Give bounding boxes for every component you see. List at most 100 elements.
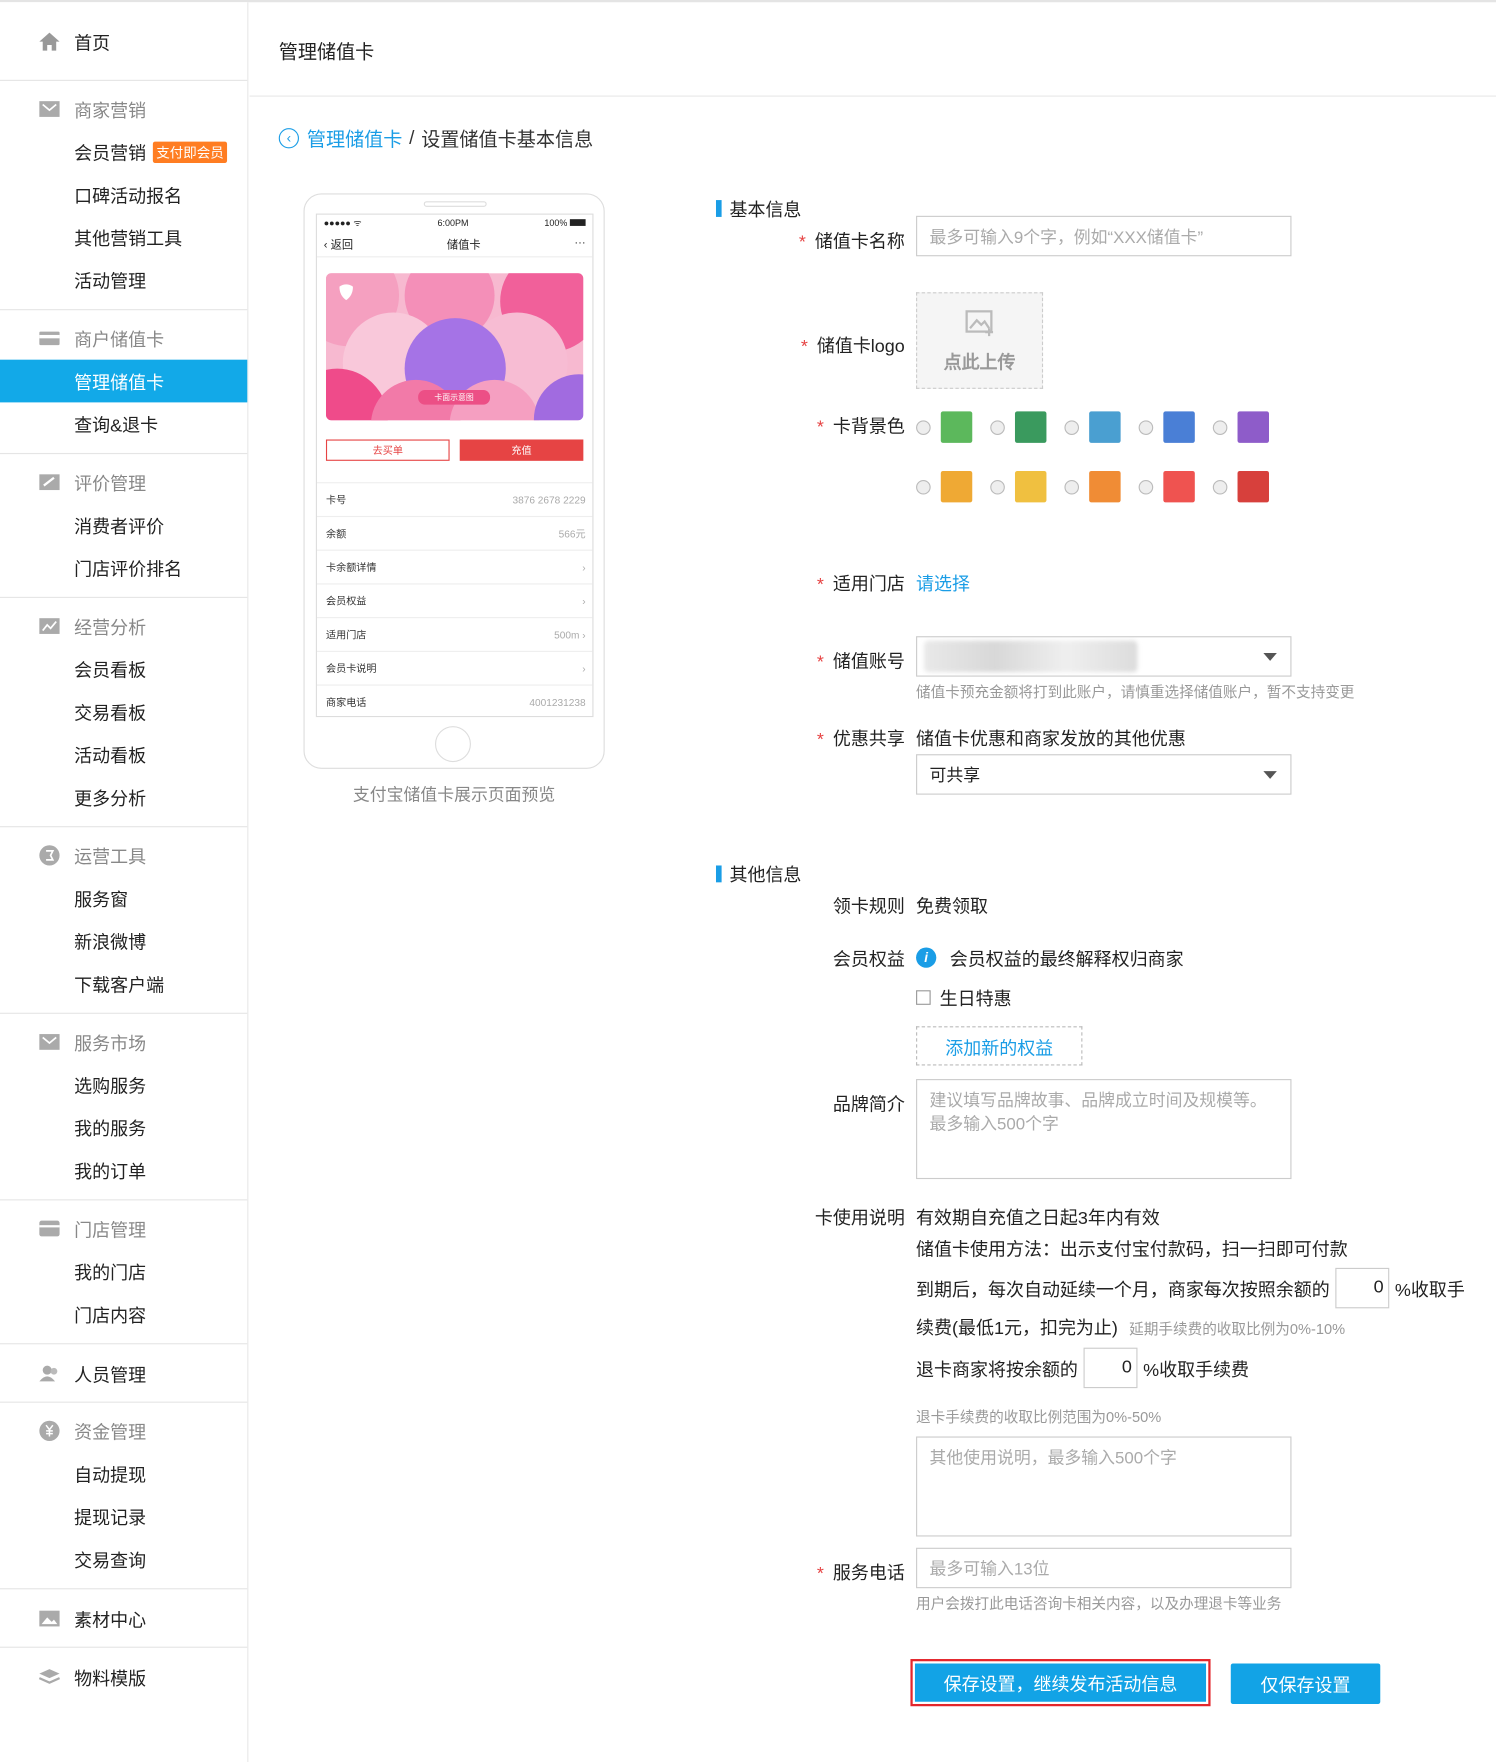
phone-action-buttons: 去买单 充值 [325, 439, 584, 461]
color-option[interactable] [1064, 411, 1121, 443]
sidebar-item-member-board[interactable]: 会员看板 [0, 647, 247, 690]
sidebar-item-label: 其他营销工具 [74, 230, 183, 250]
logo-upload-button[interactable]: 点此上传 [916, 292, 1044, 389]
extension-text-a: 到期后，每次自动延续一个月，商家每次按照余额的 [916, 1281, 1330, 1301]
color-swatch[interactable] [1237, 411, 1269, 443]
sidebar-item-my-service[interactable]: 我的服务 [0, 1106, 247, 1149]
nav-head-staff[interactable]: 人员管理 [0, 1352, 146, 1395]
color-swatch[interactable] [1237, 470, 1269, 503]
sidebar-item-query-refund[interactable]: 查询&退卡 [0, 402, 247, 445]
color-swatch[interactable] [940, 470, 973, 503]
sidebar-item-auto-withdraw[interactable]: 自动提现 [0, 1452, 247, 1495]
sidebar-item-koubei-signup[interactable]: 口碑活动报名 [0, 173, 247, 216]
sidebar-item-trade-board[interactable]: 交易看板 [0, 690, 247, 733]
share-select[interactable]: 可共享 [916, 754, 1292, 795]
color-radio[interactable] [916, 479, 931, 494]
color-option[interactable] [916, 411, 973, 443]
sidebar-item-weibo[interactable]: 新浪微博 [0, 919, 247, 962]
color-swatch[interactable] [1089, 470, 1121, 503]
extension-fee-input[interactable]: 0 [1335, 1267, 1390, 1309]
nav-head-service-market[interactable]: 服务市场 [0, 1021, 247, 1064]
color-swatch[interactable] [1163, 411, 1195, 443]
add-rights-button[interactable]: 添加新的权益 [916, 1026, 1083, 1066]
birthday-checkbox[interactable] [916, 989, 931, 1005]
save-only-button[interactable]: 仅保存设置 [1230, 1663, 1381, 1704]
phone-row: 卡号 3876 2678 2229 [316, 482, 593, 516]
color-option[interactable] [990, 411, 1047, 443]
color-option[interactable] [1212, 470, 1269, 503]
refund-fee-input[interactable]: 0 [1083, 1347, 1138, 1389]
color-swatch[interactable] [1163, 470, 1195, 503]
nav-head-analysis[interactable]: 经营分析 [0, 605, 247, 648]
sidebar-item-consumer-review[interactable]: 消费者评价 [0, 504, 247, 547]
color-radio[interactable] [1064, 479, 1080, 494]
breadcrumb-back-link[interactable]: 管理储值卡 [307, 124, 403, 152]
select-store-link[interactable]: 请选择 [916, 569, 970, 596]
sidebar-item-buy-service[interactable]: 选购服务 [0, 1063, 247, 1106]
color-radio[interactable] [1138, 479, 1154, 494]
color-option[interactable] [1138, 470, 1195, 503]
color-radio[interactable] [990, 479, 1005, 494]
nav-head-stored-card[interactable]: 商户储值卡 [0, 317, 247, 360]
sidebar-item-manage-card[interactable]: 管理储值卡 [0, 359, 248, 403]
color-option[interactable] [990, 470, 1047, 503]
color-swatch[interactable] [1014, 470, 1047, 503]
nav-head-marketing[interactable]: 商家营销 [0, 88, 247, 131]
color-radio[interactable] [916, 419, 931, 435]
pay-member-badge: 支付即会员 [152, 141, 228, 163]
nav-home[interactable]: 首页 [0, 2, 248, 81]
input-placeholder: 最多可输入13位 [929, 1559, 1050, 1579]
sidebar-item-store-content[interactable]: 门店内容 [0, 1293, 247, 1336]
sidebar-item-label: 活动看板 [74, 747, 147, 767]
breadcrumb-current: 设置储值卡基本信息 [421, 129, 594, 151]
sidebar-item-activity-manage[interactable]: 活动管理 [0, 259, 247, 302]
sidebar-item-my-store[interactable]: 我的门店 [0, 1250, 247, 1293]
people-icon [38, 1362, 60, 1384]
sidebar-item-activity-board[interactable]: 活动看板 [0, 733, 247, 776]
birthday-checkbox-row[interactable]: 生日特惠 [916, 983, 1012, 1010]
sidebar-item-trade-query[interactable]: 交易查询 [0, 1538, 247, 1581]
back-circle-icon[interactable]: ‹ [278, 127, 299, 148]
save-and-continue-button[interactable]: 保存设置，继续发布活动信息 [914, 1663, 1207, 1702]
card-logo-label: * 储值卡logo [801, 330, 905, 357]
nav-head-ops-tools[interactable]: 运营工具 [0, 834, 247, 877]
color-option[interactable] [1138, 411, 1195, 443]
color-swatch[interactable] [1089, 411, 1121, 443]
color-swatch[interactable] [940, 411, 973, 443]
chevron-down-icon [1263, 653, 1277, 661]
brand-textarea[interactable]: 建议填写品牌故事、品牌成立时间及规模等。最多输入500个字 [916, 1079, 1292, 1180]
nav-head-funds[interactable]: 资金管理 [0, 1409, 247, 1452]
sidebar-item-store-ranking[interactable]: 门店评价排名 [0, 546, 247, 589]
color-swatch[interactable] [1014, 411, 1047, 443]
color-option[interactable] [1064, 470, 1121, 503]
sidebar-item-member-marketing[interactable]: 会员营销 支付即会员 [0, 130, 247, 173]
nav-head-material[interactable]: 素材中心 [0, 1597, 146, 1640]
breadcrumb: ‹ 管理储值卡 / 设置储值卡基本信息 [278, 124, 594, 152]
label-text: 服务电话 [832, 1564, 905, 1584]
extension-text-b: %收取手 [1394, 1281, 1465, 1301]
other-usage-textarea[interactable]: 其他使用说明，最多输入500个字 [916, 1436, 1292, 1537]
nav-head-template[interactable]: 物料模版 [0, 1656, 146, 1699]
color-radio[interactable] [1138, 419, 1154, 435]
nav-head-reviews[interactable]: 评价管理 [0, 461, 247, 504]
phone-status-bar: ●●●●● ᯤ 6:00PM 100% [317, 215, 592, 231]
color-radio[interactable] [1212, 419, 1228, 435]
sidebar-item-service-window[interactable]: 服务窗 [0, 877, 247, 920]
color-radio[interactable] [1212, 479, 1228, 494]
card-name-input[interactable]: 最多可输入9个字，例如“XXX储值卡” [916, 215, 1292, 257]
phone-row-key: 适用门店 [325, 629, 367, 641]
service-phone-input[interactable]: 最多可输入13位 [916, 1547, 1292, 1589]
sidebar-item-download-client[interactable]: 下载客户端 [0, 962, 247, 1005]
color-radio[interactable] [1064, 419, 1080, 435]
sidebar-item-other-tools[interactable]: 其他营销工具 [0, 216, 247, 259]
sidebar-item-my-orders[interactable]: 我的订单 [0, 1149, 247, 1192]
section-basic-info: 基本信息 [716, 194, 801, 221]
color-radio[interactable] [990, 419, 1005, 435]
color-option[interactable] [916, 470, 973, 503]
nav-head-store-manage[interactable]: 门店管理 [0, 1207, 247, 1250]
bg-color-label: * 卡背景色 [817, 411, 905, 438]
color-option[interactable] [1212, 411, 1269, 443]
sidebar-item-withdraw-record[interactable]: 提现记录 [0, 1495, 247, 1538]
sidebar-item-more-analysis[interactable]: 更多分析 [0, 776, 247, 819]
account-select[interactable] [916, 636, 1292, 677]
